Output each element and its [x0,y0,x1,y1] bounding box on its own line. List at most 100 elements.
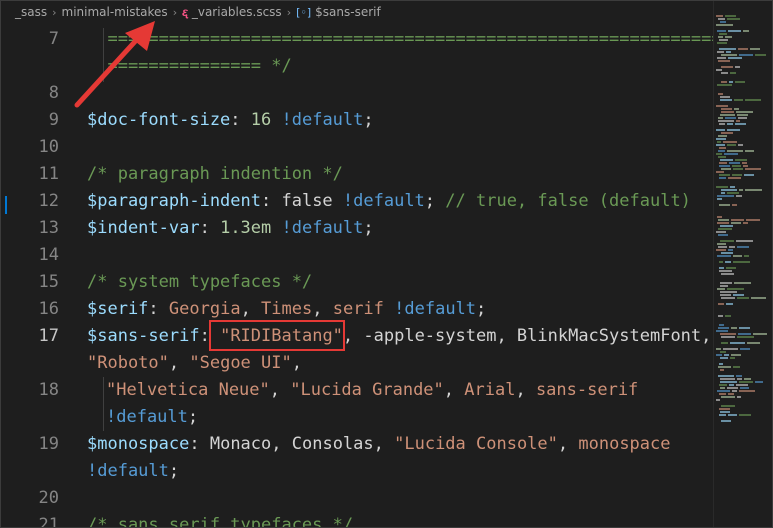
minimap-line [718,36,723,38]
minimap-line [717,42,727,44]
token-string: "Helvetica Neue" [106,380,270,400]
breadcrumb: _sass › minimal-mistakes › ᶓ _variables.… [1,1,772,23]
minimap-line [720,240,734,242]
minimap-line [719,324,724,326]
token-string: "Segoe UI" [189,353,292,373]
minimap-line [716,144,725,146]
token-punct: , [271,434,292,454]
code-line-7-wrap: =============== */ [87,56,292,76]
minimap-line [720,225,733,227]
minimap-line [718,117,723,119]
breadcrumb-sass[interactable]: _sass [15,5,47,19]
minimap-line [719,204,730,206]
token-punct: , [269,380,291,400]
minimap-line [727,192,739,194]
minimap-line [725,15,736,17]
minimap-line [737,246,749,248]
code-editor[interactable]: ========================================… [87,23,772,528]
minimap-line [721,297,735,299]
minimap[interactable] [713,1,772,527]
minimap-line [718,228,732,230]
minimap-line [737,336,754,338]
minimap-line [727,123,733,125]
token-string: "Roboto" [87,353,169,373]
code-line-19: $monospace: Monaco, Consolas, "Lucida Co… [87,431,671,458]
minimap-line [732,174,742,176]
minimap-line [746,219,760,221]
minimap-line [735,159,747,161]
token-punct: ; [168,461,180,481]
minimap-line [718,60,730,62]
token-punct: , [312,299,333,319]
token-variable: $paragraph-indent [87,191,261,211]
minimap-line [735,81,745,83]
minimap-line [721,396,735,398]
minimap-line [721,111,734,113]
minimap-line [736,195,742,197]
minimap-line [726,303,733,305]
minimap-line [720,411,730,413]
minimap-line [740,387,749,389]
minimap-line [736,111,753,113]
breadcrumb-variables-file[interactable]: _variables.scss [192,5,282,19]
minimap-line [728,249,733,251]
minimap-line [724,153,738,155]
line-number: 15 [38,272,59,292]
token-variable: $indent-var [87,218,200,238]
token-punct: : [148,299,169,319]
minimap-line [727,18,740,20]
breadcrumb-minimal-mistakes[interactable]: minimal-mistakes [62,5,168,19]
breadcrumb-sans-serif-symbol[interactable]: $sans-serif [315,5,381,19]
minimap-line [745,150,754,152]
token-keyword: !default [87,461,169,481]
minimap-line [721,108,732,110]
chevron-right-icon: › [52,5,57,19]
minimap-line [719,177,726,179]
minimap-line [719,261,723,263]
minimap-line [718,18,725,20]
minimap-line [744,255,749,257]
minimap-line [744,174,754,176]
minimap-line [717,195,734,197]
minimap-line [731,219,744,221]
line-number-active: 17 [38,326,59,346]
code-line-17-wrap: "Roboto", "Segoe UI", [87,350,302,377]
token-string: Times [261,299,313,319]
code-line-21: /* sans serif typefaces */ [87,515,354,528]
minimap-line [736,384,748,386]
minimap-line [716,105,728,107]
minimap-line [719,414,726,416]
minimap-line [738,117,747,119]
minimap-line [728,30,741,32]
minimap-line [716,129,725,131]
minimap-line [734,99,743,101]
token-punct: , [373,434,395,454]
minimap-line [719,393,726,395]
minimap-line [728,393,734,395]
token-comment: // true, false (default) [445,191,691,211]
code-line-12: $paragraph-indent: false !default; // tr… [87,188,691,215]
token-keyword: !default [332,191,425,211]
minimap-line [727,150,743,152]
line-number: 10 [38,137,59,157]
minimap-line [727,129,740,131]
minimap-line [720,21,726,23]
minimap-line [721,252,733,254]
minimap-line [719,48,736,50]
minimap-line [739,327,750,329]
minimap-line [718,303,724,305]
minimap-line [720,378,735,380]
minimap-line [721,72,728,74]
minimap-line [721,405,735,407]
line-number: 18 [38,380,59,400]
token-punct: , [443,380,465,400]
minimap-line [717,216,722,218]
variable-symbol-icon: [◦] [296,5,312,19]
minimap-line [718,366,731,368]
minimap-line [719,39,728,41]
minimap-line [721,336,735,338]
token-string-part: ang" [301,326,343,346]
minimap-line [738,144,743,146]
minimap-line [743,222,748,224]
minimap-line [721,54,737,56]
